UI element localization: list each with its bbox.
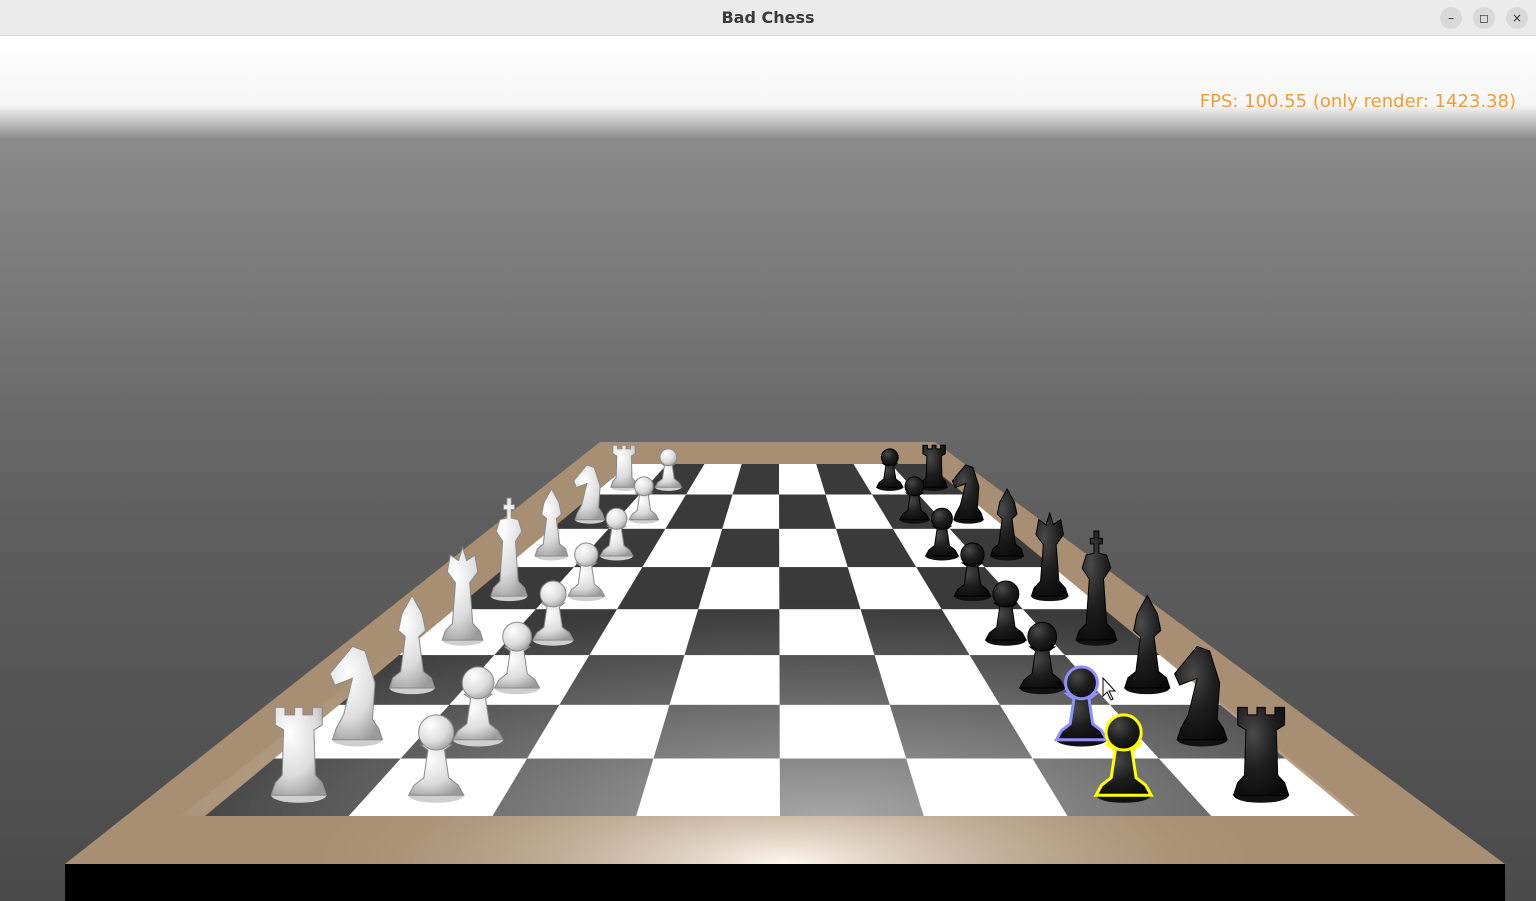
maximize-button[interactable]: ◻ xyxy=(1473,7,1495,29)
board-base-shadow xyxy=(65,864,1505,901)
fps-counter: FPS: 100.55 (only render: 1423.38) xyxy=(1199,91,1516,112)
scene-canvas[interactable] xyxy=(0,36,1536,901)
minimize-button[interactable]: – xyxy=(1440,7,1462,29)
window-titlebar[interactable]: Bad Chess – ◻ × xyxy=(0,0,1536,36)
game-viewport[interactable]: FPS: 100.55 (only render: 1423.38) xyxy=(0,36,1536,901)
close-button[interactable]: × xyxy=(1506,7,1528,29)
window-title: Bad Chess xyxy=(721,8,815,27)
